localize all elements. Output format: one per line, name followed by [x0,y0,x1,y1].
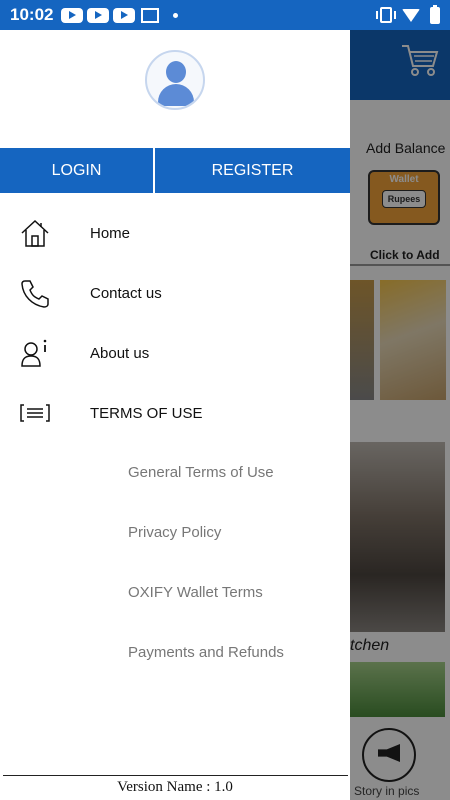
navigation-drawer: LOGIN REGISTER Home Contact us About us … [0,30,350,800]
menu-item-label: Contact us [90,284,162,302]
avatar-body [158,84,194,106]
youtube-notification-icon [113,7,136,23]
menu-item-label: About us [90,344,150,362]
home-icon [20,218,50,248]
more-notifications-dot-icon [173,12,179,18]
register-button[interactable]: REGISTER [155,148,350,193]
phone-icon [20,278,50,308]
menu-item-label: TERMS OF USE [90,404,203,422]
image-notification-icon [141,7,160,23]
version-label: Version Name : 1.0 [117,779,233,795]
status-time: 10:02 [10,5,54,24]
menu-item-home[interactable]: Home [0,203,350,263]
privacy-policy-link[interactable]: Privacy Policy [128,524,221,541]
auth-bar: LOGIN REGISTER [0,148,350,193]
menu-item-contact[interactable]: Contact us [0,263,350,323]
youtube-notification-icon [87,7,110,23]
avatar-head [166,61,186,83]
payments-refunds-link[interactable]: Payments and Refunds [128,644,284,661]
menu-item-label: Home [90,224,131,242]
menu-item-about[interactable]: About us [0,323,350,383]
avatar[interactable] [145,50,205,110]
menu-item-terms[interactable]: TERMS OF USE [0,383,350,443]
youtube-notification-icon [61,7,84,23]
footer-divider [3,775,348,776]
battery-icon [430,4,440,24]
drawer-scrim[interactable] [350,30,450,800]
vibrate-icon [376,7,396,23]
terms-list-icon [20,398,50,428]
wallet-terms-link[interactable]: OXIFY Wallet Terms [128,584,263,601]
login-button[interactable]: LOGIN [0,148,155,193]
user-info-icon [20,338,50,368]
wifi-icon [402,8,420,22]
status-bar: 10:02 [0,0,450,30]
general-terms-link[interactable]: General Terms of Use [128,464,274,481]
